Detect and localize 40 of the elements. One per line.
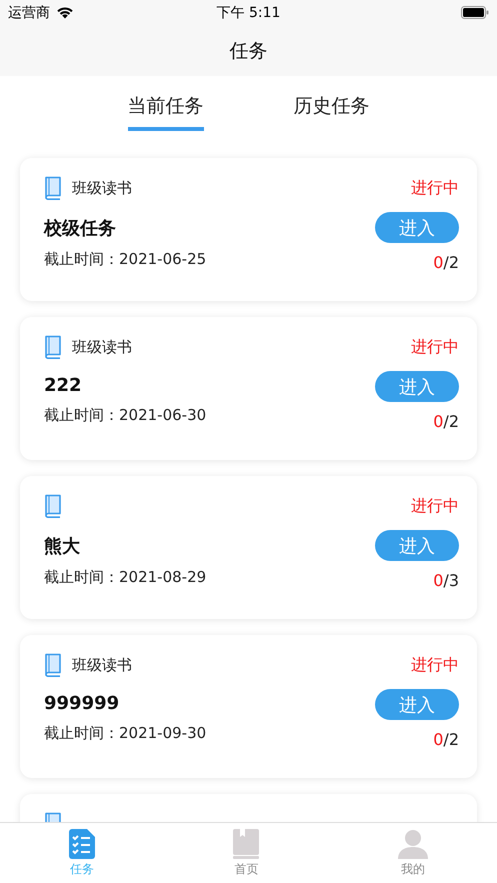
tab-bar-item[interactable]: 任务 xyxy=(69,823,96,883)
enter-button[interactable]: 进入 xyxy=(375,689,459,720)
book-icon xyxy=(44,176,62,200)
enter-button[interactable]: 进入 xyxy=(375,530,459,561)
task-deadline: 截止时间：2021-09-30 xyxy=(44,724,206,743)
task-category: 班级读书 xyxy=(72,178,132,198)
book-icon xyxy=(44,653,62,677)
task-title: 熊大 xyxy=(44,535,81,558)
task-tab[interactable]: 历史任务 xyxy=(294,85,370,131)
enter-button[interactable]: 进入 xyxy=(375,212,459,243)
task-deadline: 截止时间：2021-08-29 xyxy=(44,568,206,587)
clock-time: 下午 5:11 xyxy=(216,4,280,22)
checklist-icon xyxy=(69,829,96,859)
tab-bar-item[interactable]: 我的 xyxy=(398,823,428,883)
page-title: 任务 xyxy=(230,38,268,64)
task-status: 进行中 xyxy=(411,178,459,198)
task-deadline: 截止时间：2021-06-30 xyxy=(44,406,206,425)
battery-icon xyxy=(461,6,489,19)
wifi-icon xyxy=(56,6,74,19)
task-status: 进行中 xyxy=(411,336,459,358)
book-icon xyxy=(44,494,62,518)
task-status: 进行中 xyxy=(411,496,459,516)
task-title: 222 xyxy=(44,375,83,396)
task-deadline: 截止时间：2021-06-25 xyxy=(44,250,206,269)
task-title: 999999 xyxy=(44,693,120,714)
book-icon xyxy=(44,335,62,359)
progress-count: 0/2 xyxy=(433,412,459,431)
carrier-name: 运营商 xyxy=(8,4,50,22)
task-category: 班级读书 xyxy=(72,338,132,356)
enter-button[interactable]: 进入 xyxy=(375,371,459,402)
task-category: 班级读书 xyxy=(72,656,132,674)
task-title: 校级任务 xyxy=(44,217,117,240)
progress-count: 0/2 xyxy=(433,253,459,272)
task-status: 进行中 xyxy=(411,654,459,676)
progress-count: 0/2 xyxy=(433,730,459,749)
person-icon xyxy=(398,829,428,859)
tab-bar-item[interactable]: 首页 xyxy=(233,823,260,883)
task-tab[interactable]: 当前任务 xyxy=(128,85,204,131)
book-icon xyxy=(233,829,260,859)
progress-count: 0/3 xyxy=(433,571,459,590)
